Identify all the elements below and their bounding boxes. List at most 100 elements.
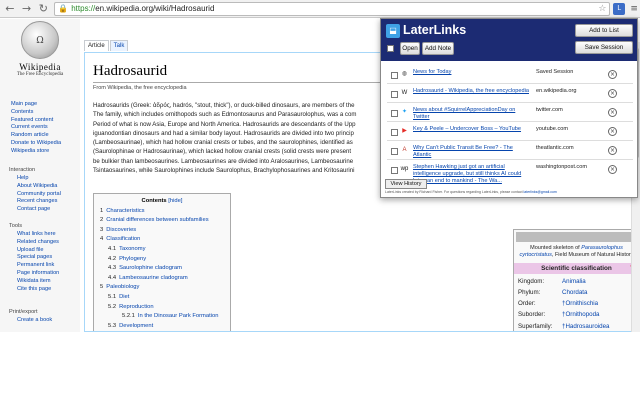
saved-link-title[interactable]: Why Can't Public Transit Be Free? - The … xyxy=(413,145,531,159)
bookmark-star-icon[interactable]: ☆ xyxy=(598,4,606,14)
tab-talk[interactable]: Talk xyxy=(109,40,129,51)
logo-title: Wikipedia xyxy=(19,62,61,72)
row-checkbox[interactable] xyxy=(391,148,398,155)
contact-email-link[interactable]: laterlinks@gmail.com xyxy=(524,190,557,194)
wiki-sidebar: Ω Wikipedia The Free Encyclopedia Main p… xyxy=(0,19,80,332)
remove-icon[interactable]: × xyxy=(608,146,617,155)
taxonomy-row: Order: †Ornithischia xyxy=(514,298,639,309)
row-checkbox[interactable] xyxy=(391,72,398,79)
toc-entry[interactable]: 5.3 Development xyxy=(100,322,224,331)
toc-hide-link[interactable]: [hide] xyxy=(168,198,182,204)
toc-entry[interactable]: 5 Paleobiology xyxy=(100,283,224,293)
taxonomy-rank: Phylum: xyxy=(518,289,541,297)
row-checkbox[interactable] xyxy=(391,91,398,98)
sidebar-link[interactable]: Featured content xyxy=(11,117,61,125)
sidebar-link[interactable]: Current events xyxy=(11,124,61,132)
intro-line: Hadrosaurids (Greek: ἁδρός, hadrós, "sto… xyxy=(93,102,355,109)
sidebar-link[interactable]: Contents xyxy=(11,109,61,117)
remove-icon[interactable]: × xyxy=(608,70,617,79)
intro-line: iguanodontian dinosaurs and had a simila… xyxy=(93,129,354,137)
sidebar-link[interactable]: Wikipedia store xyxy=(11,148,61,156)
twitter-bird-icon: ✦ xyxy=(401,109,408,115)
back-arrow-icon[interactable]: ← xyxy=(3,2,17,16)
open-button[interactable]: Open xyxy=(400,42,420,55)
wikipedia-w-icon: W xyxy=(401,90,408,96)
sidebar-heading-tools: Tools xyxy=(9,223,23,229)
select-all-checkbox[interactable] xyxy=(387,45,394,52)
saved-link-site: theatlantic.com xyxy=(536,145,574,151)
row-checkbox[interactable] xyxy=(391,110,398,117)
sidebar-link[interactable]: Main page xyxy=(11,101,61,109)
tab-article[interactable]: Article xyxy=(84,40,109,51)
sidebar-link[interactable]: Community portal xyxy=(17,191,61,199)
remove-icon[interactable]: × xyxy=(608,127,617,136)
toc-entry[interactable]: 2 Cranial differences between subfamilies xyxy=(100,216,224,226)
wikipedia-logo[interactable]: Ω Wikipedia The Free Encyclopedia xyxy=(12,21,68,87)
toc-entry[interactable]: 4.2 Phylogeny xyxy=(100,255,224,265)
toc-entry[interactable]: 1 Characteristics xyxy=(100,207,224,217)
sidebar-link[interactable]: Contact page xyxy=(17,206,61,214)
taxonomy-value[interactable]: †Ornithischia xyxy=(562,298,598,309)
save-session-button[interactable]: Save Session xyxy=(575,41,633,54)
intro-line: (Saurolophinae or Hadrosaurinae), which … xyxy=(93,148,352,156)
toc-entry[interactable]: 5.2 Reproduction xyxy=(100,303,224,313)
forward-arrow-icon[interactable]: → xyxy=(20,2,34,16)
sidebar-link[interactable]: Help xyxy=(17,175,61,183)
reload-icon[interactable]: ↻ xyxy=(37,2,51,16)
from-wikipedia: From Wikipedia, the free encyclopedia xyxy=(93,85,187,91)
sidebar-link[interactable]: About Wikipedia xyxy=(17,183,61,191)
add-note-button[interactable]: Add Note xyxy=(422,42,454,55)
browser-menu-icon[interactable]: ≡ xyxy=(628,3,640,15)
remove-icon[interactable]: × xyxy=(608,108,617,117)
saved-link-title[interactable]: News about #SquirrelAppreciationDay on T… xyxy=(413,107,531,121)
toc-number: 4.4 xyxy=(108,274,117,281)
sidebar-link[interactable]: Random article xyxy=(11,132,61,140)
sidebar-link[interactable]: Create a book xyxy=(17,317,52,325)
skeleton-image[interactable] xyxy=(516,232,637,242)
blank-area xyxy=(0,332,640,400)
toc-entry[interactable]: 4.1 Taxonomy xyxy=(100,245,224,255)
saved-link-row: ◍ News for Today Saved Session × xyxy=(381,65,637,85)
scientific-classification-heading: Scientific classification✎ xyxy=(514,262,639,274)
sidebar-link[interactable]: Upload file xyxy=(17,247,59,255)
taxonomy-value[interactable]: Chordata xyxy=(562,287,587,298)
address-bar[interactable]: 🔒 https:// en.wikipedia.org/wiki/Hadrosa… xyxy=(54,1,611,16)
saved-link-title[interactable]: News for Today xyxy=(413,69,531,76)
sidebar-link[interactable]: Special pages xyxy=(17,254,59,262)
toc-entry[interactable]: 5.2.1 In the Dinosaur Park Formation xyxy=(100,312,224,322)
laterlinks-extension-icon[interactable]: L xyxy=(613,2,626,15)
toc-entry[interactable]: 4 Classification xyxy=(100,235,224,245)
saved-link-row: wp Stephen Hawking just got an artificial… xyxy=(381,160,637,184)
sidebar-link[interactable]: Related changes xyxy=(17,239,59,247)
saved-link-row: W Hadrosaurid - Wikipedia, the free encyc… xyxy=(381,84,637,104)
browser-window: ← → ↻ 🔒 https:// en.wikipedia.org/wiki/H… xyxy=(0,0,640,332)
view-history-button[interactable]: View History xyxy=(385,179,427,189)
toc-entry[interactable]: 4.4 Lambeosaurine cladogram xyxy=(100,274,224,284)
saved-link-title[interactable]: Key & Peele – Undercover Boss – YouTube xyxy=(413,126,531,133)
saved-link-title[interactable]: Stephen Hawking just got an artificial i… xyxy=(413,164,531,184)
sidebar-link[interactable]: Recent changes xyxy=(17,198,61,206)
toc-entry[interactable]: 4.3 Saurolophine cladogram xyxy=(100,264,224,274)
table-of-contents: Contents [hide] 1 Characteristics 2 Cranial… xyxy=(93,193,231,331)
taxonomy-value[interactable]: †Hadrosauroidea xyxy=(562,321,609,331)
row-checkbox[interactable] xyxy=(391,129,398,136)
saved-link-site: youtube.com xyxy=(536,126,569,132)
toc-number: 5.1 xyxy=(108,293,117,300)
saved-link-title[interactable]: Hadrosaurid - Wikipedia, the free encycl… xyxy=(413,88,531,95)
remove-icon[interactable]: × xyxy=(608,165,617,174)
toc-entry[interactable]: 5.1 Diet xyxy=(100,293,224,303)
remove-icon[interactable]: × xyxy=(608,89,617,98)
sidebar-link[interactable]: Page information xyxy=(17,270,59,278)
row-checkbox[interactable] xyxy=(391,167,398,174)
toc-text: Classification xyxy=(106,236,141,243)
taxonomy-value[interactable]: †Ornithopoda xyxy=(562,309,600,320)
sidebar-link[interactable]: Donate to Wikipedia xyxy=(11,140,61,148)
sidebar-link[interactable]: Cite this page xyxy=(17,286,59,294)
sidebar-link[interactable]: Permanent link xyxy=(17,262,59,270)
add-to-list-button[interactable]: Add to List xyxy=(575,24,633,37)
toc-entry[interactable]: 3 Discoveries xyxy=(100,226,224,236)
taxonomy-value[interactable]: Animalia xyxy=(562,276,586,287)
sidebar-link[interactable]: What links here xyxy=(17,231,59,239)
sidebar-link[interactable]: Wikidata item xyxy=(17,278,59,286)
toc-text: Phylogeny xyxy=(119,255,147,262)
